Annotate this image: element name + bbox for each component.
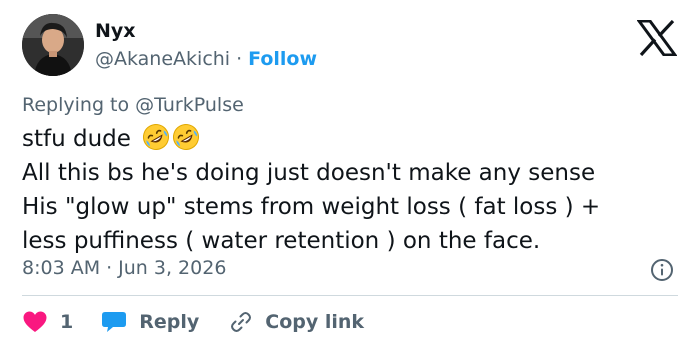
handle-row: @AkaneAkichi · Follow [95, 48, 317, 70]
avatar[interactable] [22, 14, 84, 76]
tweet-line-3: His "glow up" stems from weight loss ( f… [22, 194, 601, 220]
like-count: 1 [60, 311, 74, 333]
rolling-on-floor-laughing-emoji [173, 124, 200, 150]
x-logo-icon[interactable] [637, 20, 677, 56]
heart-icon [23, 311, 47, 332]
tweet-line-1: stfu dude [22, 122, 682, 156]
reply-bubble-icon [102, 312, 127, 332]
like-button[interactable]: 1 [22, 310, 101, 334]
action-bar: 1 Reply Copy link [22, 308, 364, 336]
timestamp-separator: · [106, 257, 113, 279]
rolling-on-floor-laughing-emoji [143, 124, 170, 150]
reply-context: Replying to @TurkPulse [22, 94, 244, 116]
reply-prefix: Replying to [22, 94, 130, 116]
copy-link-button[interactable]: Copy link [229, 310, 364, 334]
tweet-line-2: All this bs he's doing just doesn't make… [22, 160, 596, 186]
copy-link-label: Copy link [265, 311, 365, 333]
divider [22, 295, 678, 296]
tweet-line-1-text: stfu dude [22, 126, 131, 152]
display-name[interactable]: Nyx [95, 20, 136, 42]
follow-button[interactable]: Follow [248, 48, 317, 70]
reply-button[interactable]: Reply [101, 310, 229, 334]
tweet-time[interactable]: 8:03 AM [22, 257, 100, 279]
tweet-line-4: less puffiness ( water retention ) on th… [22, 228, 541, 254]
user-handle[interactable]: @AkaneAkichi [95, 48, 230, 70]
timestamp-row[interactable]: 8:03 AM · Jun 3, 2026 [22, 257, 226, 279]
reply-label: Reply [139, 311, 200, 333]
avatar-image [22, 14, 84, 76]
info-icon[interactable] [650, 258, 674, 282]
handle-separator: · [236, 48, 243, 70]
link-icon [231, 312, 252, 332]
tweet-date[interactable]: Jun 3, 2026 [118, 257, 226, 279]
tweet-text: stfu dude All this bs he's doing just do… [22, 122, 682, 258]
reply-mention-link[interactable]: @TurkPulse [135, 94, 244, 116]
